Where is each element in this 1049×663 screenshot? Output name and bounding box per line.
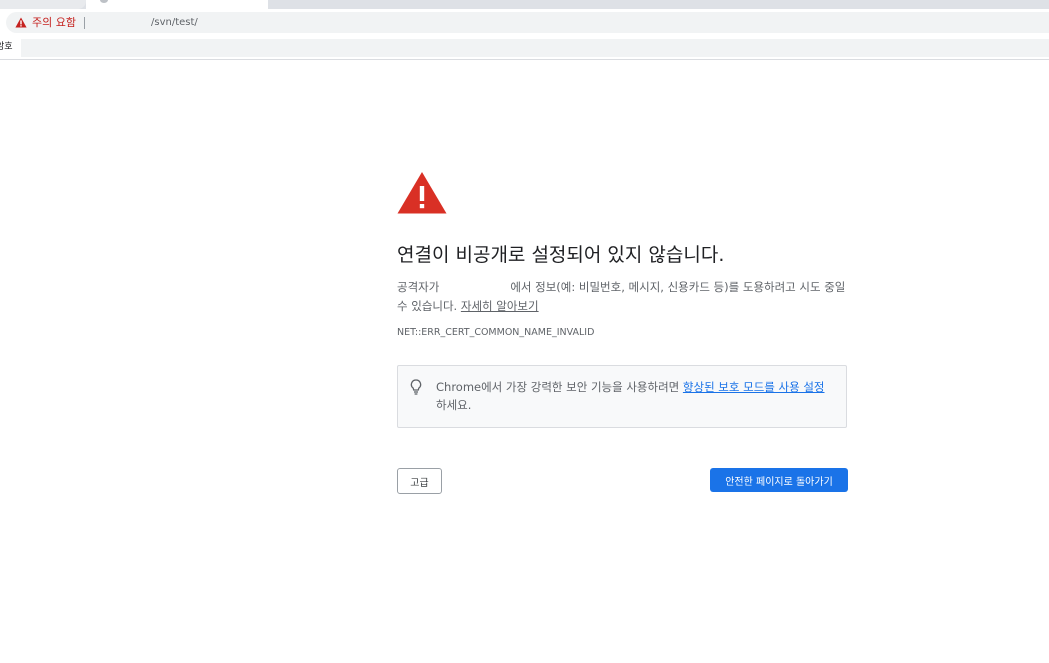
explanation-lead: 공격자가 [397,280,440,294]
security-chip-label[interactable]: 주의 요함 [32,15,76,30]
bookmarks-bar-area [21,39,1049,57]
error-code: NET::ERR_CERT_COMMON_NAME_INVALID [397,327,595,338]
tab-active[interactable] [86,0,268,9]
advanced-button[interactable]: 고급 [397,468,442,494]
warning-triangle-icon[interactable] [15,17,27,28]
bookmark-item[interactable]: 암호 [0,38,18,56]
tab-inactive[interactable] [0,0,86,9]
callout-text-post: 하세요. [436,398,472,412]
callout-text: Chrome에서 가장 강력한 보안 기능을 사용하려면 향상된 보호 모드를 … [436,378,841,414]
warning-triangle-icon [397,172,447,214]
address-divider [84,17,85,29]
url-text[interactable]: /svn/test/ [151,15,198,30]
callout-text-pre: Chrome에서 가장 강력한 보안 기능을 사용하려면 [436,380,680,394]
explanation-paragraph: 공격자가 에서 정보(예: 비밀번호, 메시지, 신용카드 등)를 도용하려고 시… [397,278,852,316]
page-title: 연결이 비공개로 설정되어 있지 않습니다. [397,244,725,266]
bookmarks-bar: 암호 [0,36,1049,60]
back-to-safety-button[interactable]: 안전한 페이지로 돌아가기 [710,468,848,492]
browser-toolbar: 주의 요함 /svn/test/ [0,9,1049,36]
enhanced-protection-link[interactable]: 향상된 보호 모드를 사용 설정 [683,380,825,394]
learn-more-link[interactable]: 자세히 알아보기 [461,299,539,313]
tab-strip [0,0,1049,9]
address-bar[interactable]: 주의 요함 /svn/test/ [6,12,1049,33]
enhanced-protection-callout: Chrome에서 가장 강력한 보안 기능을 사용하려면 향상된 보호 모드를 … [397,365,847,428]
lightbulb-icon [410,379,422,395]
